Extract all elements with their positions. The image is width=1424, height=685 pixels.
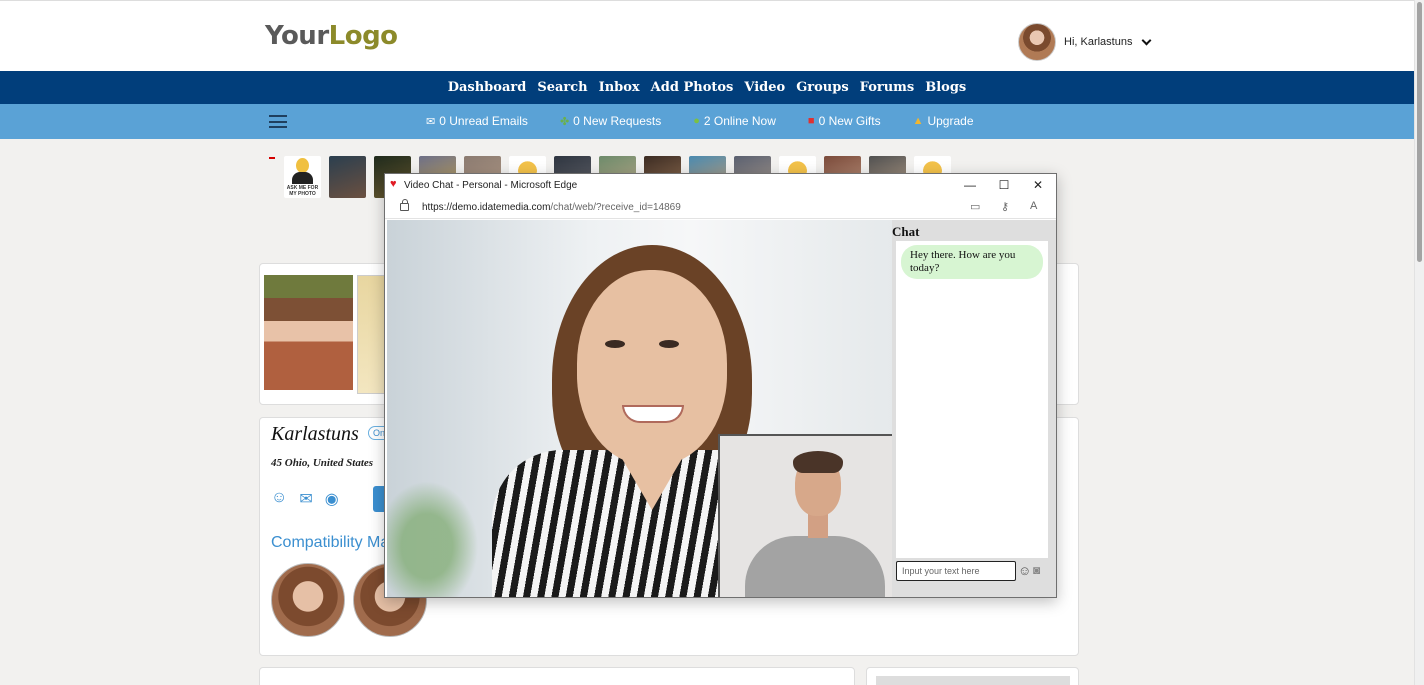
compat-avatar[interactable] [271,563,345,637]
online-now-link[interactable]: ● 2 Online Now [693,114,776,128]
profile-photo[interactable] [264,275,353,390]
nav-forums[interactable]: Forums [860,80,915,95]
nav-blogs[interactable]: Blogs [925,80,966,95]
chat-panel: Chat Hey there. How are you today? ☺ ◙ [892,220,1056,597]
scrollbar-thumb[interactable] [1417,2,1422,262]
site-logo[interactable]: YourLogo [265,21,398,51]
read-aloud-icon[interactable]: A [1030,200,1037,212]
member-thumb[interactable]: ASK ME FOR MY PHOTO [284,156,321,198]
nav-add-photos[interactable]: Add Photos [651,80,734,95]
chat-message: Hey there. How are you today? [901,245,1043,279]
upgrade-link[interactable]: ▲ Upgrade [913,114,974,128]
unread-emails-link[interactable]: ✉ 0 Unread Emails [426,114,528,128]
side-card [866,667,1079,685]
heart-icon: ♥ [390,178,397,190]
local-video-preview [718,434,894,597]
close-strip-mark[interactable] [269,157,275,159]
new-requests-link[interactable]: ✤ 0 New Requests [560,114,661,128]
handshake-icon: ✤ [559,115,570,128]
chat-messages: Hey there. How are you today? [896,241,1048,558]
window-title: Video Chat - Personal - Microsoft Edge [404,180,578,191]
person-online-icon: ● [693,115,700,127]
compatibility-heading: Compatibility Ma [271,534,390,551]
emoji-icon[interactable]: ☺ [1018,563,1031,578]
video-chat-window: ♥ Video Chat - Personal - Microsoft Edge… [384,173,1057,598]
hamburger-menu-icon[interactable] [269,115,287,128]
profile-name: Karlastuns [271,423,359,445]
camera-permission-icon[interactable]: ▭ [970,200,980,213]
chevron-down-icon [1142,35,1152,45]
url-text[interactable]: https://demo.idatemedia.com/chat/web/?re… [422,202,681,213]
envelope-icon: ✉ [426,115,436,128]
close-icon[interactable]: ✕ [1023,176,1053,194]
remote-video [387,220,894,597]
user-menu[interactable]: Hi, Karlastuns [1018,23,1152,61]
profile-location: 45 Ohio, United States [271,457,374,469]
nav-dashboard[interactable]: Dashboard [448,80,527,95]
chat-input[interactable] [896,561,1016,581]
user-greeting: Hi, Karlastuns [1064,36,1133,48]
camera-icon[interactable]: ◙ [1033,563,1040,577]
new-gifts-link[interactable]: ■ 0 New Gifts [808,114,881,128]
key-icon[interactable]: ⚷ [1001,200,1009,213]
main-nav: Dashboard Search Inbox Add Photos Video … [0,71,1414,104]
wink-icon[interactable]: ☺ [271,489,287,509]
window-titlebar[interactable]: ♥ Video Chat - Personal - Microsoft Edge… [385,174,1056,197]
nav-groups[interactable]: Groups [796,80,848,95]
maximize-icon[interactable]: ☐ [989,176,1019,194]
profile-photo[interactable] [357,275,387,394]
member-thumb[interactable] [329,156,366,198]
nav-inbox[interactable]: Inbox [599,80,640,95]
upgrade-icon: ▲ [912,115,924,127]
sub-nav: ✉ 0 Unread Emails ✤ 0 New Requests ● 2 Onli… [0,104,1414,139]
nav-video[interactable]: Video [744,80,785,95]
site-header: YourLogo Hi, Karlastuns [0,0,1414,71]
page-scrollbar[interactable] [1414,0,1424,685]
address-bar[interactable]: https://demo.idatemedia.com/chat/web/?re… [385,197,1056,219]
chat-heading: Chat [892,224,920,239]
content-card [259,667,855,685]
envelope-icon[interactable]: ✉ [299,489,312,509]
user-avatar [1018,23,1056,61]
lock-icon[interactable] [400,199,409,211]
minimize-icon[interactable]: — [955,176,985,194]
profile-icon[interactable]: ◉ [325,489,339,509]
gift-icon: ■ [807,115,815,127]
nav-search[interactable]: Search [537,80,587,95]
